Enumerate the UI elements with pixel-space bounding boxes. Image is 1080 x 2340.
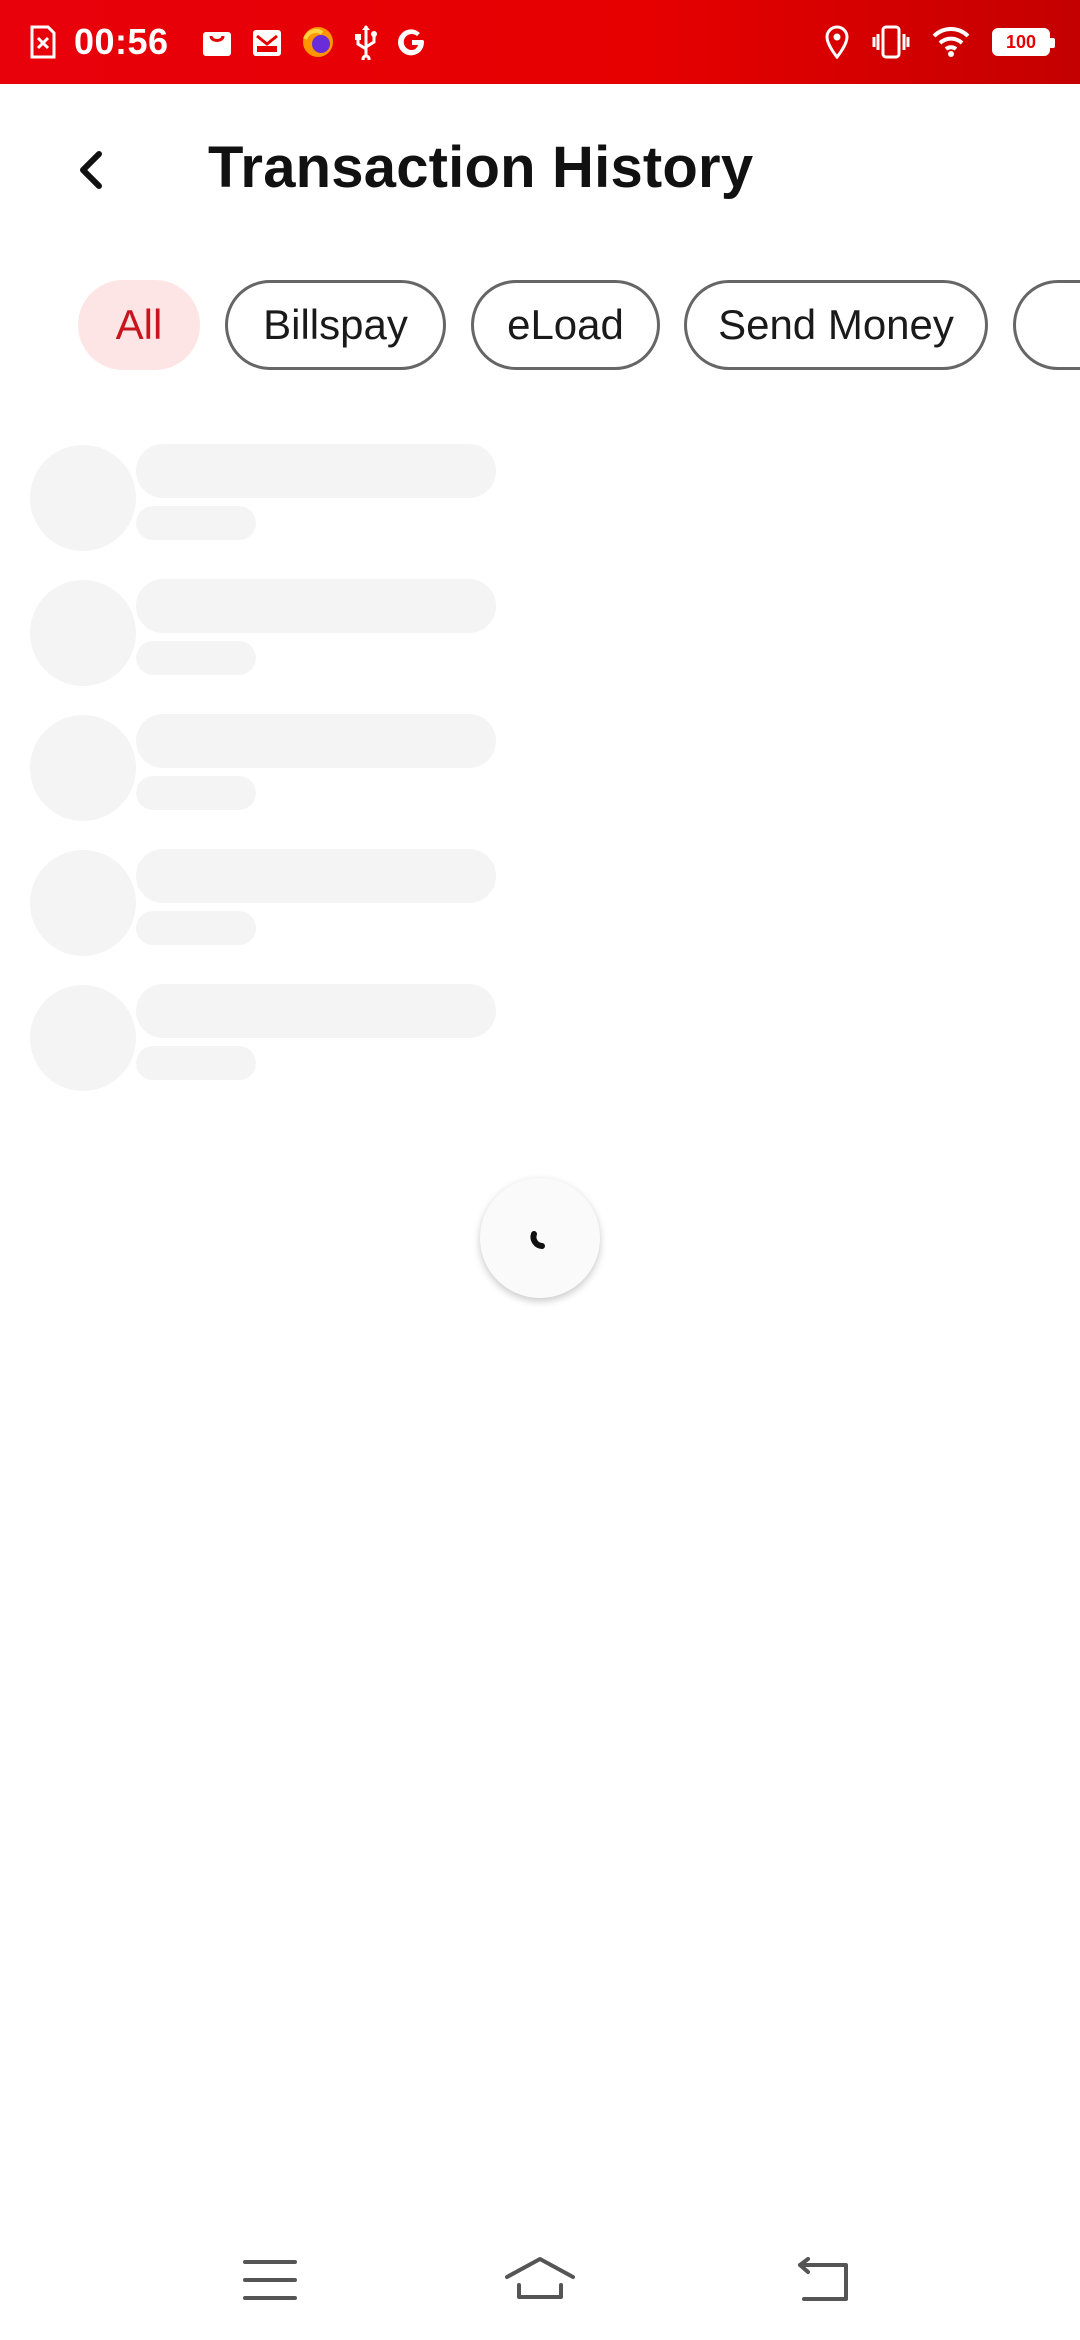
status-bar: 00:56 100 <box>0 0 1080 84</box>
chip-label: All <box>115 301 163 348</box>
chip-all[interactable]: All <box>78 280 200 370</box>
menu-icon <box>243 2260 297 2300</box>
battery-icon: 100 <box>992 28 1055 56</box>
usb-icon <box>353 22 379 62</box>
status-bar-left: 00:56 <box>30 0 427 84</box>
chip-label: Send Money <box>718 301 954 348</box>
skeleton-avatar <box>30 985 136 1091</box>
chip-more[interactable] <box>1013 280 1080 370</box>
skeleton-title-line <box>136 579 496 633</box>
sim-error-icon <box>30 22 56 62</box>
skeleton-row <box>30 984 530 1091</box>
nav-back-button[interactable] <box>773 2248 873 2312</box>
mail-icon <box>251 22 283 62</box>
skeleton-title-line <box>136 714 496 768</box>
skeleton-subtitle-line <box>136 1046 256 1080</box>
chevron-left-icon <box>80 151 102 189</box>
spinner-arc-icon <box>530 1231 545 1249</box>
wifi-icon <box>932 22 970 62</box>
page-title: Transaction History <box>208 135 754 200</box>
back-button[interactable] <box>60 140 120 200</box>
chip-label: eLoad <box>507 301 624 348</box>
skeleton-subtitle-line <box>136 776 256 810</box>
google-icon <box>397 22 427 62</box>
chip-billspay[interactable]: Billspay <box>225 280 446 370</box>
skeleton-subtitle-line <box>136 506 256 540</box>
skeleton-avatar <box>30 580 136 686</box>
back-icon <box>798 2257 848 2301</box>
system-nav-bar <box>0 2220 1080 2340</box>
filter-chips: All Billspay eLoad Send Money <box>0 280 1080 372</box>
chip-eload[interactable]: eLoad <box>471 280 660 370</box>
firefox-icon <box>301 22 335 62</box>
chip-send-money[interactable]: Send Money <box>684 280 988 370</box>
loading-spinner <box>480 1178 600 1298</box>
skeleton-row <box>30 444 530 551</box>
skeleton-avatar <box>30 445 136 551</box>
skeleton-avatar <box>30 715 136 821</box>
skeleton-avatar <box>30 850 136 956</box>
status-time: 00:56 <box>74 21 169 62</box>
skeleton-row <box>30 849 530 956</box>
skeleton-subtitle-line <box>136 911 256 945</box>
skeleton-row <box>30 579 530 686</box>
home-icon <box>505 2257 575 2299</box>
skeleton-subtitle-line <box>136 641 256 675</box>
skeleton-row <box>30 714 530 821</box>
chip-label: Billspay <box>263 301 408 348</box>
skeleton-title-line <box>136 444 496 498</box>
bag-icon <box>201 22 233 62</box>
status-bar-right: 100 <box>824 0 1055 84</box>
skeleton-title-line <box>136 984 496 1038</box>
nav-menu-button[interactable] <box>220 2248 320 2312</box>
nav-home-button[interactable] <box>490 2248 590 2312</box>
location-icon <box>824 22 850 62</box>
skeleton-title-line <box>136 849 496 903</box>
vibrate-icon <box>872 22 910 62</box>
app-header: Transaction History <box>0 84 1080 254</box>
